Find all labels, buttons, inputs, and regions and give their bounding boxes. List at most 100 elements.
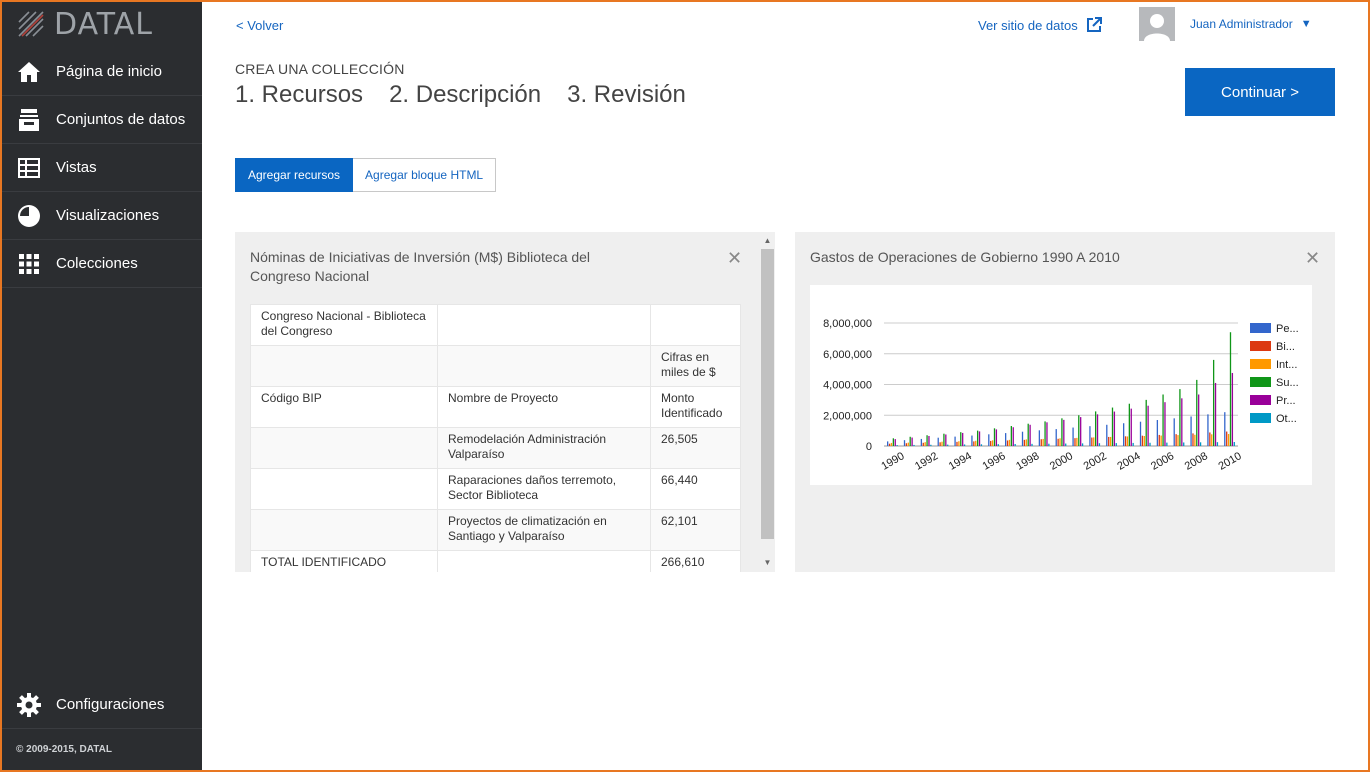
bar bbox=[1212, 359, 1215, 446]
logo-mark-icon bbox=[18, 11, 44, 37]
step-resources[interactable]: 1. Recursos bbox=[235, 81, 363, 109]
bar bbox=[1072, 427, 1074, 446]
legend-label: Ot... bbox=[1276, 413, 1297, 425]
table-cell: 26,505 bbox=[650, 427, 741, 469]
bar bbox=[991, 440, 994, 446]
view-site-link[interactable]: Ver sitio de datos bbox=[978, 17, 1102, 33]
table-row: TOTAL IDENTIFICADO 266,610 bbox=[250, 550, 741, 572]
bar bbox=[1029, 424, 1031, 446]
bar bbox=[1141, 435, 1144, 446]
sidebar-item-label: Configuraciones bbox=[56, 696, 165, 713]
step-review[interactable]: 3. Revisión bbox=[567, 81, 686, 109]
bar bbox=[1089, 426, 1091, 446]
bar bbox=[1216, 442, 1219, 446]
bar bbox=[973, 441, 975, 446]
legend-swatch bbox=[1250, 341, 1271, 351]
bar bbox=[993, 428, 996, 446]
bar bbox=[1177, 435, 1179, 446]
sidebar-item-collections[interactable]: Colecciones bbox=[0, 240, 202, 288]
scrollbar[interactable]: ▲ ▼ bbox=[760, 232, 775, 572]
sidebar-item-home[interactable]: Página de inicio bbox=[0, 48, 202, 96]
sidebar-item-visualizations[interactable]: Visualizaciones bbox=[0, 192, 202, 240]
table-row: Código BIP Nombre de Proyecto Monto Identi… bbox=[250, 386, 741, 428]
bar bbox=[926, 435, 928, 446]
bar bbox=[1139, 421, 1142, 446]
bar bbox=[1192, 433, 1194, 446]
scroll-up-arrow-icon[interactable]: ▲ bbox=[760, 234, 775, 248]
sidebar-item-settings[interactable]: Configuraciones bbox=[0, 681, 202, 729]
bar bbox=[1166, 442, 1168, 446]
bar bbox=[941, 441, 943, 446]
sidebar-item-datasets[interactable]: Conjuntos de datos bbox=[0, 96, 202, 144]
logo[interactable]: DATAL bbox=[0, 0, 202, 48]
bar bbox=[1149, 442, 1151, 446]
scroll-thumb[interactable] bbox=[761, 249, 774, 539]
tab-add-resources[interactable]: Agregar recursos bbox=[235, 158, 354, 192]
bar bbox=[1145, 399, 1147, 446]
sidebar: DATAL Página de inicio Conjuntos de dato… bbox=[0, 0, 202, 772]
bar bbox=[988, 434, 990, 446]
bar bbox=[1209, 432, 1211, 446]
bar bbox=[1207, 414, 1209, 446]
x-tick-label: 1990 bbox=[879, 450, 906, 473]
bar bbox=[1006, 440, 1009, 446]
bar bbox=[924, 442, 926, 446]
external-link-icon bbox=[1086, 17, 1102, 32]
bar bbox=[1183, 442, 1185, 446]
table-cell: 66,440 bbox=[650, 468, 741, 510]
tab-add-html-block[interactable]: Agregar bloque HTML bbox=[353, 158, 497, 192]
bar bbox=[1164, 402, 1166, 446]
table-cell bbox=[250, 509, 438, 551]
step-description[interactable]: 2. Descripción bbox=[389, 81, 541, 109]
legend-label: Su... bbox=[1276, 377, 1299, 389]
bar bbox=[913, 444, 915, 446]
bar bbox=[1094, 411, 1097, 446]
bar bbox=[1199, 442, 1202, 446]
y-tick-label: 2,000,000 bbox=[823, 410, 872, 422]
scroll-down-arrow-icon[interactable]: ▼ bbox=[760, 556, 775, 570]
bar bbox=[1014, 444, 1016, 446]
bar bbox=[890, 442, 893, 446]
avatar[interactable] bbox=[1139, 7, 1175, 41]
bar bbox=[1233, 442, 1235, 446]
bar bbox=[1096, 414, 1099, 446]
back-link[interactable]: < Volver bbox=[236, 18, 283, 33]
bar bbox=[1093, 437, 1095, 446]
bar bbox=[909, 436, 911, 446]
user-name: Juan Administrador bbox=[1190, 17, 1293, 31]
close-icon[interactable]: ✕ bbox=[1305, 248, 1320, 269]
bar bbox=[943, 433, 945, 446]
bar bbox=[1198, 394, 1200, 446]
wizard-steps: 1. Recursos 2. Descripción 3. Revisión bbox=[235, 81, 686, 109]
bar bbox=[1128, 403, 1130, 446]
close-icon[interactable]: ✕ bbox=[727, 248, 742, 269]
bar bbox=[892, 438, 894, 446]
sidebar-item-views[interactable]: Vistas bbox=[0, 144, 202, 192]
user-menu[interactable]: Juan Administrador ▼ bbox=[1190, 17, 1312, 31]
bar bbox=[1226, 431, 1228, 446]
card-title: Nóminas de Iniciativas de Inversión (M$)… bbox=[250, 249, 591, 284]
bar bbox=[1173, 418, 1175, 446]
bar bbox=[956, 441, 958, 446]
bar bbox=[1074, 438, 1076, 446]
bar bbox=[975, 440, 977, 446]
bar bbox=[1124, 436, 1127, 446]
table-row: Congreso Nacional - Biblioteca del Congr… bbox=[250, 304, 741, 346]
bar bbox=[937, 437, 939, 446]
table-cell: 62,101 bbox=[650, 509, 741, 551]
legend-label: Int... bbox=[1276, 359, 1297, 371]
table-row: Cifras en miles de $ bbox=[250, 345, 741, 387]
bar bbox=[1046, 422, 1048, 446]
grid-icon bbox=[16, 251, 42, 277]
bar bbox=[1021, 431, 1024, 446]
legend-label: Bi... bbox=[1276, 341, 1295, 353]
bar bbox=[1031, 443, 1033, 446]
continue-button[interactable]: Continuar > bbox=[1185, 68, 1335, 116]
bar bbox=[1175, 434, 1177, 446]
bar bbox=[1025, 439, 1027, 446]
bar bbox=[1010, 426, 1012, 446]
bar bbox=[911, 437, 913, 446]
bar bbox=[1179, 389, 1181, 446]
bar bbox=[1078, 415, 1080, 446]
bar bbox=[907, 442, 909, 446]
